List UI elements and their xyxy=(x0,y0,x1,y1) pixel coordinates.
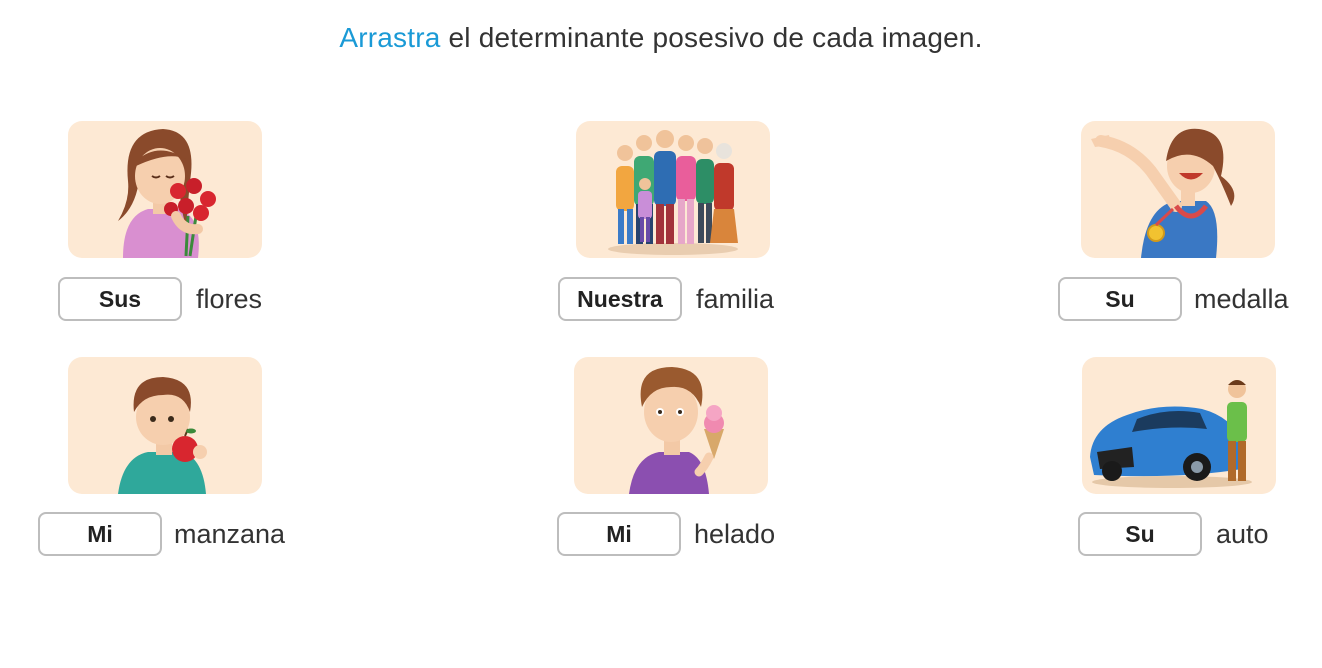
boy-with-ice-cream-image xyxy=(629,367,724,494)
noun-auto: auto xyxy=(1216,519,1269,549)
boy-with-apple-image xyxy=(118,377,207,494)
noun-medalla: medalla xyxy=(1194,284,1289,314)
instruction-highlight: Arrastra xyxy=(339,22,441,53)
instruction-text: el determinante posesivo de cada imagen. xyxy=(440,22,983,53)
image-card-manzana xyxy=(68,357,262,494)
answer-slot-manzana[interactable]: Mi xyxy=(38,512,162,556)
instruction-heading: Arrastra el determinante posesivo de cad… xyxy=(0,22,1322,54)
family-group-image xyxy=(608,130,738,255)
answer-slot-medalla[interactable]: Su xyxy=(1058,277,1182,321)
image-card-auto xyxy=(1082,357,1276,494)
image-card-medalla xyxy=(1081,121,1275,258)
girl-with-medal-image xyxy=(1091,128,1235,258)
image-card-flores xyxy=(68,121,262,258)
answer-slot-familia[interactable]: Nuestra xyxy=(558,277,682,321)
image-card-familia xyxy=(576,121,770,258)
answer-slot-flores[interactable]: Sus xyxy=(58,277,182,321)
answer-slot-auto[interactable]: Su xyxy=(1078,512,1202,556)
noun-helado: helado xyxy=(694,519,776,549)
noun-familia: familia xyxy=(696,284,775,314)
man-with-car-image xyxy=(1090,380,1252,488)
girl-smelling-roses-image xyxy=(118,129,216,258)
image-card-helado xyxy=(574,357,768,494)
noun-flores: flores xyxy=(196,284,263,314)
answer-slot-helado[interactable]: Mi xyxy=(557,512,681,556)
noun-manzana: manzana xyxy=(174,519,286,549)
